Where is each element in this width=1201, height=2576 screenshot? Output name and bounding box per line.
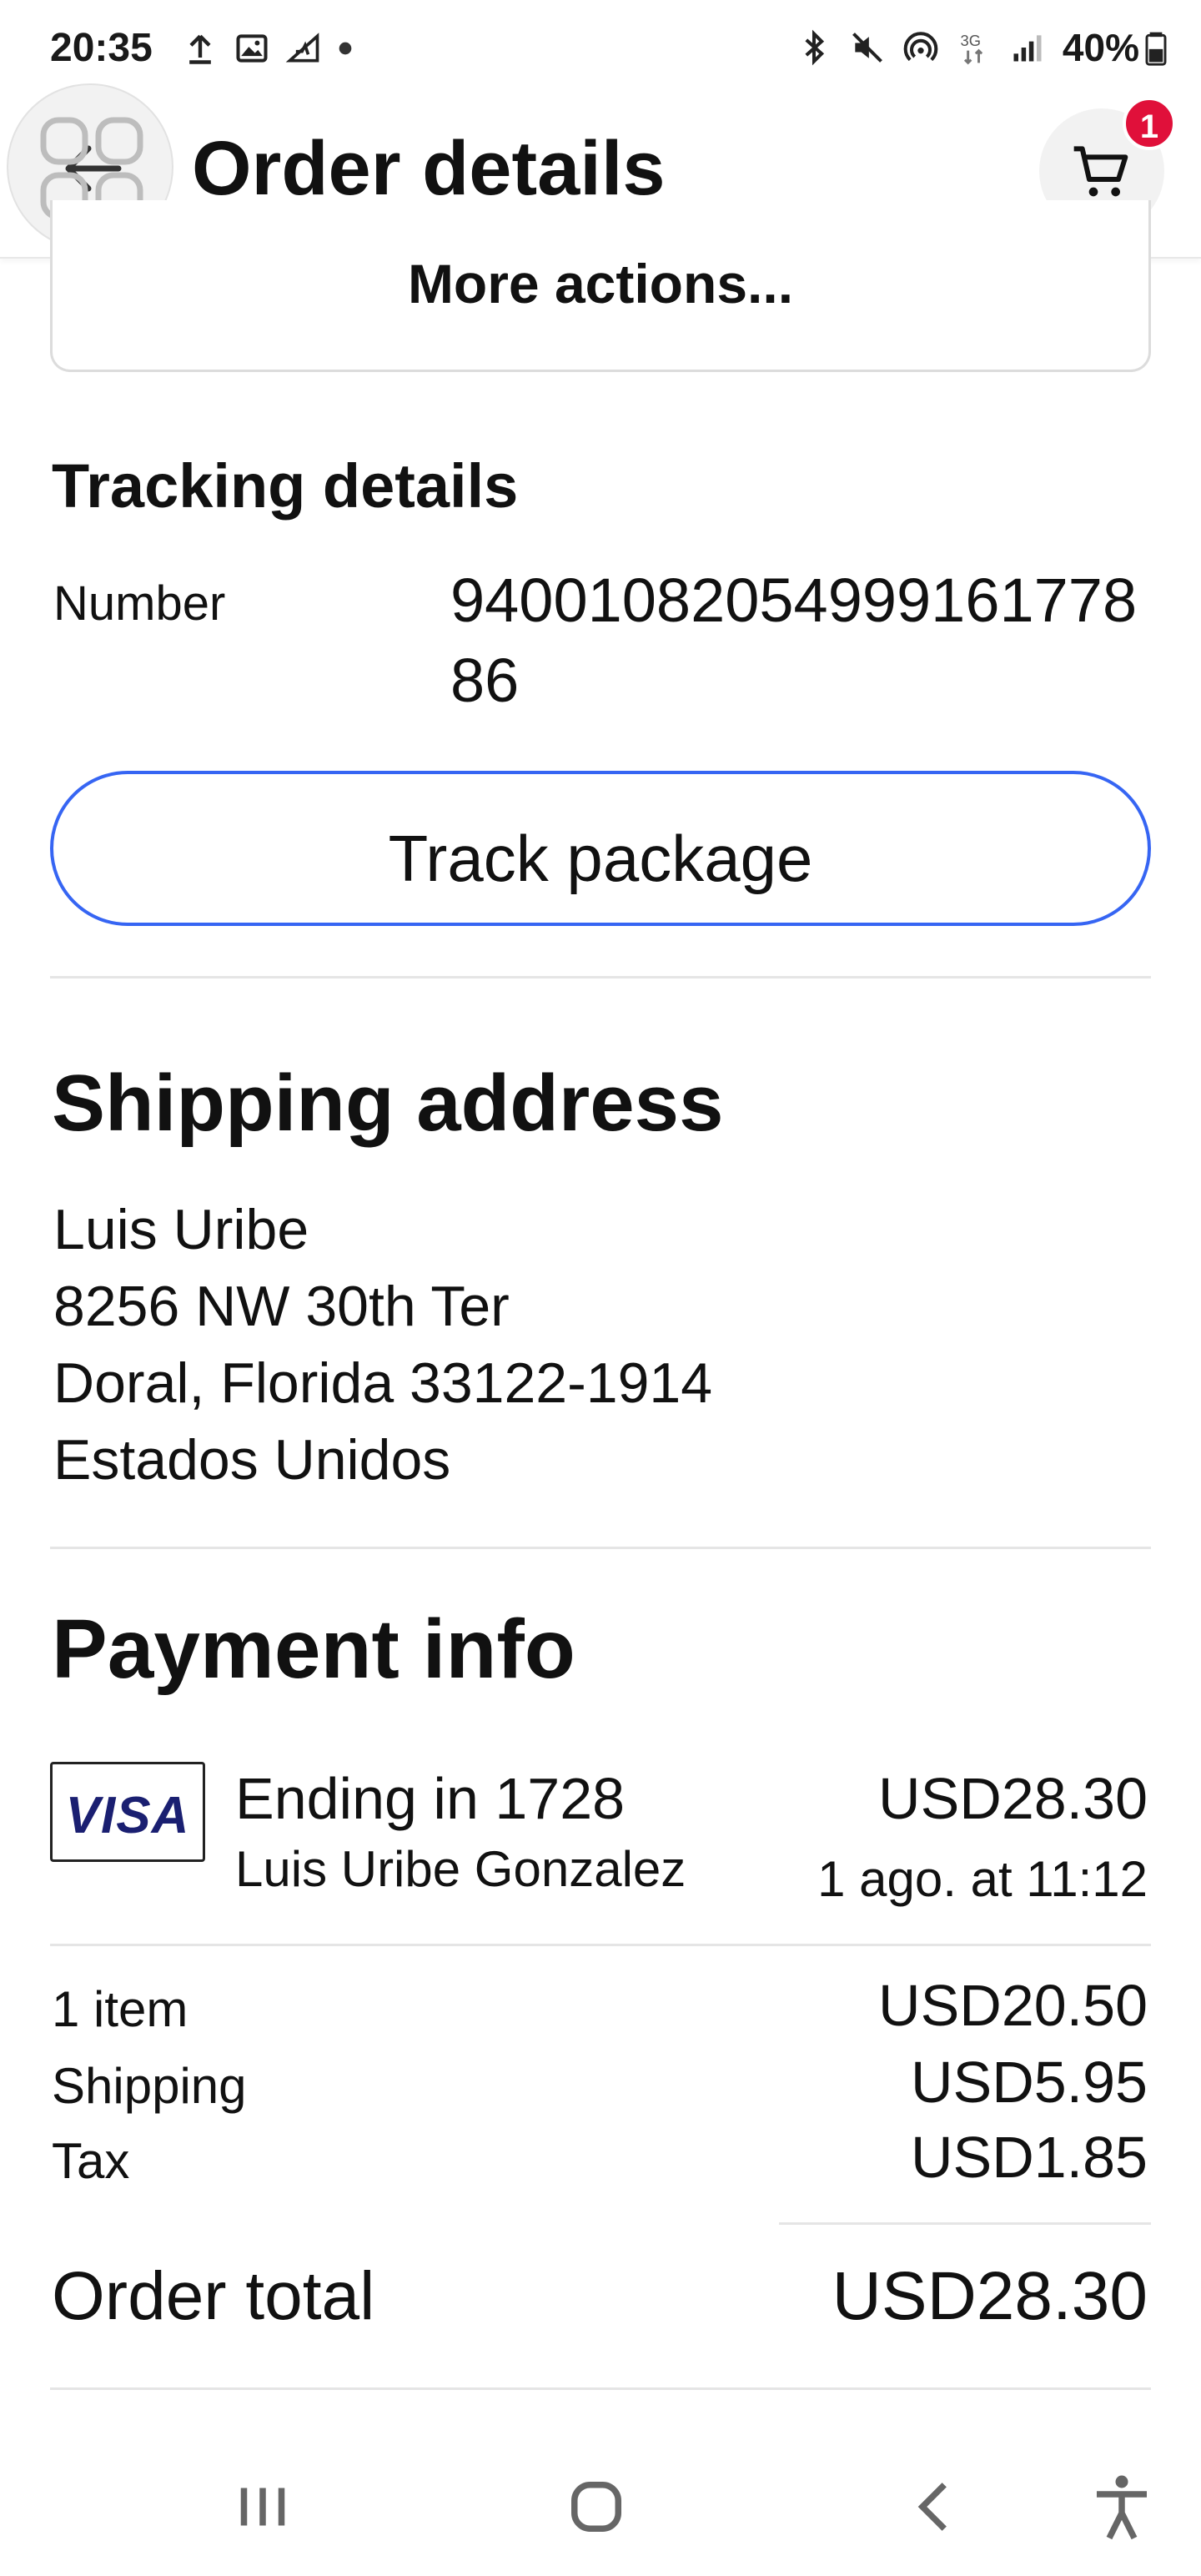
status-right-icons: 3G 40% (796, 25, 1168, 70)
track-package-label: Track package (388, 822, 813, 895)
status-left-icons (182, 30, 354, 67)
cart-icon (1073, 146, 1128, 197)
battery-level: 40% (1062, 26, 1139, 69)
signal-pulse-icon (285, 33, 319, 63)
payment-info-title: Payment info (52, 1602, 575, 1696)
summary-shipping-label: Shipping (52, 2058, 247, 2114)
total-divider (779, 2222, 1151, 2225)
payment-amount: USD28.30 (878, 1766, 1148, 1831)
back-icon[interactable] (897, 2469, 972, 2544)
address-city: Doral, Florida 33122-1914 (53, 1351, 713, 1415)
address-country: Estados Unidos (53, 1428, 451, 1492)
system-nav-bar (0, 2436, 1201, 2576)
upload-icon (189, 34, 211, 64)
shipping-address-title: Shipping address (52, 1059, 724, 1148)
divider (50, 976, 1151, 979)
more-actions-label: More actions... (407, 253, 794, 314)
summary-item-value: USD20.50 (878, 1973, 1148, 2038)
network-3g-icon: 3G (960, 32, 983, 65)
order-total-value: USD28.30 (832, 2258, 1148, 2334)
home-icon[interactable] (559, 2469, 634, 2544)
more-actions-button[interactable]: More actions... (50, 200, 1151, 372)
visa-card-logo: VISA (50, 1762, 205, 1862)
address-name: Luis Uribe (53, 1198, 309, 1261)
dot-icon (339, 42, 352, 55)
address-street: 8256 NW 30th Ter (53, 1275, 510, 1338)
card-brand: VISA (65, 1787, 190, 1844)
tracking-details-title: Tracking details (52, 451, 519, 521)
hotspot-icon (903, 32, 938, 62)
battery-icon (1145, 32, 1167, 66)
svg-text:3G: 3G (960, 32, 980, 49)
divider (50, 1547, 1151, 1549)
summary-tax-value: USD1.85 (910, 2125, 1148, 2190)
accessibility-icon[interactable] (1084, 2469, 1159, 2544)
payment-date: 1 ago. at 11:12 (817, 1851, 1148, 1907)
track-package-button[interactable]: Track package (50, 771, 1151, 926)
order-total-label: Order total (52, 2258, 375, 2334)
tracking-number: 9400108205499916177886 (450, 566, 1138, 715)
card-holder-name: Luis Uribe Gonzalez (235, 1841, 686, 1897)
divider (50, 2387, 1151, 2390)
summary-shipping-value: USD5.95 (910, 2050, 1148, 2115)
card-ending: Ending in 1728 (235, 1766, 626, 1831)
summary-item-label: 1 item (52, 1981, 188, 2037)
bluetooth-icon (805, 29, 825, 66)
mute-icon (852, 33, 882, 63)
cart-count-badge: 1 (1123, 97, 1176, 150)
image-icon (236, 34, 268, 63)
signal-bars-icon (1013, 35, 1042, 62)
recent-apps-icon[interactable] (225, 2469, 300, 2544)
shipping-address: Luis Uribe 8256 NW 30th Ter Doral, Flori… (53, 1191, 712, 1498)
summary-tax-label: Tax (52, 2133, 130, 2189)
tracking-number-label: Number (53, 576, 226, 631)
status-time: 20:35 (50, 26, 153, 70)
divider (50, 1944, 1151, 1946)
status-bar: 20:35 3G 40% (0, 0, 1201, 103)
